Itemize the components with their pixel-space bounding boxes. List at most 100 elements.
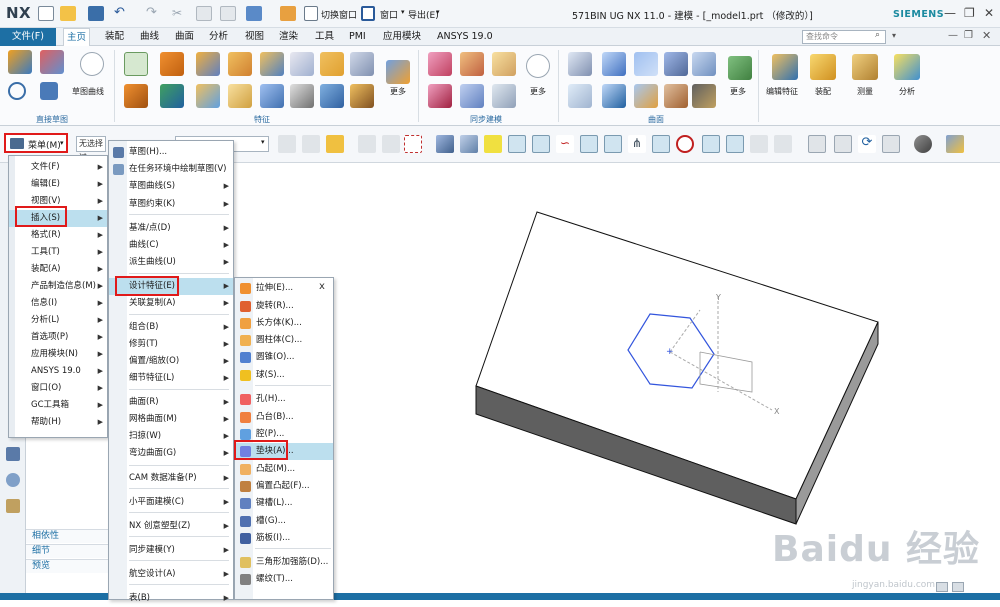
main-menu-item-窗口[interactable]: 窗口(O) ▶ xyxy=(9,380,107,397)
insert-menu-item-cam-数据准备[interactable]: CAM 数据准备(P) ▶ xyxy=(109,470,233,487)
chamfer-icon[interactable] xyxy=(228,84,252,108)
n-sided-icon[interactable] xyxy=(692,52,716,76)
command-search-input[interactable]: 查找命令 xyxy=(802,30,886,44)
measure-button[interactable]: 测量 xyxy=(857,86,873,97)
insert-menu-item-草图[interactable]: 草图(H)... xyxy=(109,144,233,161)
control-point-icon[interactable]: ∽ xyxy=(556,135,574,153)
design-menu-item-sphere[interactable]: 球(S)... xyxy=(235,367,333,384)
chevron-down-icon[interactable]: ▾ xyxy=(261,138,265,146)
insert-menu-item-曲线[interactable]: 曲线(C) ▶ xyxy=(109,237,233,254)
insert-menu-item-小平面建模[interactable]: 小平面建模(C) ▶ xyxy=(109,494,233,511)
save-icon[interactable] xyxy=(88,6,104,21)
sketch-rect-icon[interactable] xyxy=(40,82,58,100)
sweep-icon[interactable] xyxy=(196,84,220,108)
split-body-icon[interactable] xyxy=(350,84,374,108)
insert-menu-item-弯边曲面[interactable]: 弯边曲面(G) ▶ xyxy=(109,445,233,462)
point-snap-icon[interactable] xyxy=(358,135,376,153)
part-navigator-icon[interactable] xyxy=(6,447,20,461)
block-icon[interactable] xyxy=(228,52,252,76)
insert-menu-item-草图曲线[interactable]: 草图曲线(S) ▶ xyxy=(109,178,233,195)
revolve-icon[interactable] xyxy=(124,84,148,108)
insert-menu-item-网格曲面[interactable]: 网格曲面(M) ▶ xyxy=(109,411,233,428)
offset-region-icon[interactable] xyxy=(492,52,516,76)
details-section[interactable]: 细节 xyxy=(26,544,110,558)
sketch-task-icon[interactable] xyxy=(40,50,64,74)
main-menu-item-编辑[interactable]: 编辑(E) ▶ xyxy=(9,176,107,193)
insert-menu-item-关联复制[interactable]: 关联复制(A) ▶ xyxy=(109,295,233,312)
main-menu-item-格式[interactable]: 格式(R) ▶ xyxy=(9,227,107,244)
main-menu-item-分析[interactable]: 分析(L) ▶ xyxy=(9,312,107,329)
shell-icon[interactable] xyxy=(350,52,374,76)
ribbon-options-icon[interactable]: ▾ xyxy=(892,31,896,40)
main-menu-item-产品制造信息[interactable]: 产品制造信息(M) ▶ xyxy=(9,278,107,295)
menu-button[interactable]: 菜单(M) ▾ xyxy=(4,133,68,153)
pattern-icon[interactable] xyxy=(320,52,344,76)
snap-grid-icon[interactable] xyxy=(484,135,502,153)
design-menu-item-thread[interactable]: 螺纹(T)... xyxy=(235,571,333,588)
design-menu-item-offset-emboss[interactable]: 偏置凸起(F)... xyxy=(235,478,333,495)
close-button[interactable]: ✕ xyxy=(984,6,994,20)
fit-view-icon[interactable] xyxy=(808,135,826,153)
tab-analysis[interactable]: 分析 xyxy=(206,28,231,46)
extract-icon[interactable] xyxy=(386,60,410,84)
insert-menu-item-同步建模[interactable]: 同步建模(Y) ▶ xyxy=(109,542,233,559)
thicken-icon[interactable] xyxy=(602,84,626,108)
circle-center-icon[interactable] xyxy=(652,135,670,153)
part-select-icon[interactable] xyxy=(436,135,454,153)
sew-icon[interactable] xyxy=(634,84,658,108)
maximize-button[interactable]: ❐ xyxy=(964,6,975,20)
export-dropdown-icon[interactable]: ▾ xyxy=(436,8,440,16)
analysis-button[interactable]: 分析 xyxy=(899,86,915,97)
insert-menu-item-组合[interactable]: 组合(B) ▶ xyxy=(109,319,233,336)
tab-assembly[interactable]: 装配 xyxy=(102,28,127,46)
restore-part-button[interactable]: ❐ xyxy=(964,30,973,41)
tab-surface[interactable]: 曲面 xyxy=(172,28,197,46)
select-arrow-icon[interactable] xyxy=(302,135,320,153)
history-icon[interactable] xyxy=(6,473,20,487)
resize-blend-icon[interactable] xyxy=(460,84,484,108)
window-button[interactable]: 窗口 xyxy=(380,8,398,21)
trim-sheet-icon[interactable] xyxy=(568,84,592,108)
unsew-icon[interactable] xyxy=(692,84,716,108)
status-icon-1[interactable] xyxy=(936,582,948,592)
switch-window-icon[interactable] xyxy=(304,6,318,21)
mid-point-icon[interactable] xyxy=(532,135,550,153)
select-type-icon[interactable] xyxy=(326,135,344,153)
design-menu-item-revolve[interactable]: 旋转(R)... xyxy=(235,298,333,315)
new-file-icon[interactable] xyxy=(38,6,54,21)
tab-render[interactable]: 渲染 xyxy=(276,28,301,46)
window-icon[interactable] xyxy=(361,6,375,21)
paste-icon[interactable] xyxy=(220,6,236,21)
main-menu-item-应用模块[interactable]: 应用模块(N) ▶ xyxy=(9,346,107,363)
close-part-button[interactable]: ✕ xyxy=(982,29,991,42)
tab-home[interactable]: 主页 xyxy=(63,28,91,46)
orient-view-icon[interactable] xyxy=(882,135,900,153)
design-menu-item-hole[interactable]: 孔(H)... xyxy=(235,391,333,408)
assembly-icon[interactable] xyxy=(810,54,836,80)
tab-ansys[interactable]: ANSYS 19.0 xyxy=(434,28,496,46)
extension-sheet-icon[interactable] xyxy=(664,84,688,108)
repeat-command-icon[interactable] xyxy=(246,6,262,21)
rotate-icon[interactable]: ⟳ xyxy=(858,135,876,153)
point-on-curve-icon[interactable] xyxy=(726,135,744,153)
render-style-icon[interactable] xyxy=(914,135,932,153)
main-menu-item-gc工具箱[interactable]: GC工具箱 ▶ xyxy=(9,397,107,414)
design-menu-item-groove[interactable]: 槽(G)... xyxy=(235,513,333,530)
boolean-icon[interactable] xyxy=(260,52,284,76)
view-triad-icon[interactable] xyxy=(946,135,964,153)
main-menu-item-工具[interactable]: 工具(T) ▶ xyxy=(9,244,107,261)
main-menu-item-文件[interactable]: 文件(F) ▶ xyxy=(9,159,107,176)
edit-feature-button[interactable]: 编辑特征 xyxy=(766,86,798,97)
insert-menu-item-草图约束[interactable]: 草图约束(K) ▶ xyxy=(109,196,233,213)
more-features-button[interactable]: 更多 xyxy=(390,86,406,97)
tab-view[interactable]: 视图 xyxy=(242,28,267,46)
tab-application[interactable]: 应用模块 xyxy=(380,28,424,46)
status-icon-2[interactable] xyxy=(952,582,964,592)
insert-menu-item-航空设计[interactable]: 航空设计(A) ▶ xyxy=(109,566,233,583)
minimize-part-button[interactable]: — xyxy=(948,30,958,41)
draft-icon[interactable] xyxy=(320,84,344,108)
design-menu-item-boss[interactable]: 凸台(B)... xyxy=(235,409,333,426)
switch-window-button[interactable]: 切换窗口 xyxy=(321,8,357,21)
point-on-face-icon[interactable] xyxy=(750,135,768,153)
insert-menu-item-派生曲线[interactable]: 派生曲线(U) ▶ xyxy=(109,254,233,271)
